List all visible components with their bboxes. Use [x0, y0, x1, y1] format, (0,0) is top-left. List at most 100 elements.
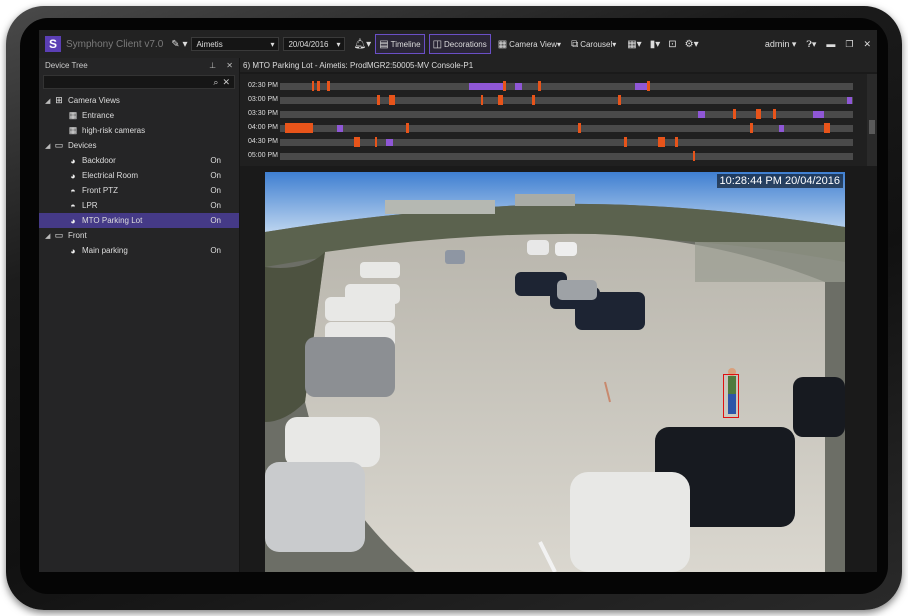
motion-event-mark[interactable] [537, 81, 541, 91]
restore-icon[interactable]: ❐ [845, 39, 853, 50]
tree-item-label: Main parking [82, 246, 128, 255]
alarm-event-mark[interactable] [847, 97, 852, 104]
date-select[interactable]: 20/04/2016 ▾ [283, 37, 346, 51]
motion-event-mark[interactable] [692, 151, 696, 161]
motion-event-mark[interactable] [374, 137, 378, 147]
brush-icon[interactable]: ✎ ▾ [171, 39, 187, 50]
motion-event-mark[interactable] [388, 95, 395, 105]
motion-event-mark[interactable] [772, 109, 776, 119]
motion-event-mark[interactable] [326, 81, 330, 91]
timeline-track[interactable] [280, 81, 853, 91]
motion-event-mark[interactable] [577, 123, 581, 133]
timeline-button[interactable]: ▤ Timeline [375, 34, 425, 54]
expand-icon[interactable]: ◢ [45, 97, 53, 105]
alarm-event-mark[interactable] [698, 111, 706, 118]
scrollbar-thumb[interactable] [869, 120, 875, 134]
tree-item[interactable]: ◕ MTO Parking Lot On [39, 213, 239, 228]
alarm-event-mark[interactable] [337, 125, 344, 132]
motion-event-mark[interactable] [755, 109, 762, 119]
help-icon[interactable]: ❓︎▾ [806, 39, 816, 50]
timeline-row[interactable]: 03:30 PM [240, 108, 865, 120]
screenshot-icon[interactable]: ⊡ [668, 39, 676, 50]
close-icon[interactable]: ✕ [863, 39, 871, 50]
motion-event-mark[interactable] [377, 95, 381, 105]
tree-item[interactable]: ◓ LPR On [39, 198, 239, 213]
timeline-row[interactable]: 05:00 PM [240, 150, 865, 162]
grid-icon: ▦ [68, 125, 78, 135]
tree-item[interactable]: ◕ Backdoor On [39, 153, 239, 168]
timeline-track[interactable] [280, 109, 853, 119]
motion-event-mark[interactable] [497, 95, 504, 105]
tree-item[interactable]: ◕ Electrical Room On [39, 168, 239, 183]
timeline-track[interactable] [280, 137, 853, 147]
tree-item[interactable]: ▦ Entrance [39, 108, 239, 123]
motion-event-mark[interactable] [732, 109, 736, 119]
chevron-down-icon: ▾ [336, 39, 341, 49]
alarm-event-mark[interactable] [812, 111, 825, 118]
layout-icon[interactable]: ▦▾ [627, 39, 641, 50]
timeline-track[interactable] [280, 95, 853, 105]
timeline-row[interactable]: 03:00 PM [240, 94, 865, 106]
motion-event-mark[interactable] [284, 123, 314, 133]
tree-item[interactable]: ◢ ▭ Devices [39, 138, 239, 153]
tree-item[interactable]: ◢ ⊞ Camera Views [39, 93, 239, 108]
device-tree-title: Device Tree [45, 60, 88, 70]
timeline-track[interactable] [280, 123, 853, 133]
motion-event-mark[interactable] [317, 81, 321, 91]
motion-event-mark[interactable] [658, 137, 666, 147]
motion-event-mark[interactable] [311, 81, 315, 91]
user-menu[interactable]: admin ▾ [755, 39, 797, 50]
gear-icon[interactable]: ⚙▾ [685, 39, 699, 50]
bookmark-icon[interactable]: ▮▾ [650, 39, 661, 50]
timeline: 02:30 PM 03:00 PM 03:30 PM 04:00 PM 04:30 PM… [240, 74, 877, 166]
timeline-scrollbar[interactable] [867, 74, 877, 166]
user-label: admin [764, 38, 790, 49]
timeline-row[interactable]: 04:30 PM [240, 136, 865, 148]
grid-icon: ▦ [68, 110, 78, 120]
device-tree-panel: Device Tree ⊥ ✕ ⌕ ✕ ◢ ⊞ Camera Views ▦ Entra… [39, 58, 240, 572]
calendar-icon: ▤ [379, 38, 389, 50]
minimize-icon[interactable]: ▬ [826, 39, 835, 49]
close-panel-icon[interactable]: ✕ [226, 61, 233, 70]
motion-event-mark[interactable] [749, 123, 754, 133]
timeline-row[interactable]: 04:00 PM [240, 122, 865, 134]
tree-item[interactable]: ▦ high-risk cameras [39, 123, 239, 138]
motion-event-mark[interactable] [646, 81, 650, 91]
carousel-button[interactable]: ⧉ Carousel ▾ [568, 34, 619, 54]
bell-icon[interactable]: 🔔︎▾ [353, 39, 371, 50]
motion-event-mark[interactable] [406, 123, 409, 133]
motion-event-mark[interactable] [675, 137, 679, 147]
camera-video[interactable]: 10:28:44 PM 20/04/2016 [265, 172, 845, 572]
tree-item[interactable]: ◕ Main parking On [39, 243, 239, 258]
motion-event-mark[interactable] [480, 95, 484, 105]
pin-icon[interactable]: ⊥ [209, 61, 216, 70]
tree-item[interactable]: ◓ Front PTZ On [39, 183, 239, 198]
timeline-track[interactable] [280, 151, 853, 161]
alarm-event-mark[interactable] [635, 83, 647, 90]
tree-item-label: Electrical Room [82, 171, 139, 180]
tree-item[interactable]: ◢ ▭ Front [39, 228, 239, 243]
search-input[interactable] [44, 75, 214, 89]
camera-view-button[interactable]: ▦ Camera View ▾ [495, 34, 564, 54]
expand-icon[interactable]: ◢ [45, 232, 53, 240]
motion-event-mark[interactable] [623, 137, 628, 147]
motion-event-mark[interactable] [503, 81, 507, 91]
alarm-event-mark[interactable] [778, 125, 785, 132]
search-icon[interactable]: ⌕ [213, 77, 218, 88]
timeline-row[interactable]: 02:30 PM [240, 80, 865, 92]
expand-icon[interactable]: ◢ [45, 142, 53, 150]
decorations-button[interactable]: ◫ Decorations [428, 34, 491, 54]
server-select[interactable]: Aimetis ▾ [191, 37, 280, 51]
timeline-time-label: 02:30 PM [248, 82, 278, 89]
motion-event-mark[interactable] [354, 137, 361, 147]
motion-event-mark[interactable] [824, 123, 831, 133]
motion-event-mark[interactable] [618, 95, 621, 105]
tree-item-label: LPR [82, 201, 98, 210]
alarm-event-mark[interactable] [469, 83, 504, 90]
tree-item-label: Devices [68, 141, 97, 150]
tree-item-label: high-risk cameras [82, 126, 146, 135]
clear-search-icon[interactable]: ✕ [222, 77, 230, 88]
motion-event-mark[interactable] [532, 95, 535, 105]
alarm-event-mark[interactable] [386, 139, 393, 146]
alarm-event-mark[interactable] [514, 83, 522, 90]
